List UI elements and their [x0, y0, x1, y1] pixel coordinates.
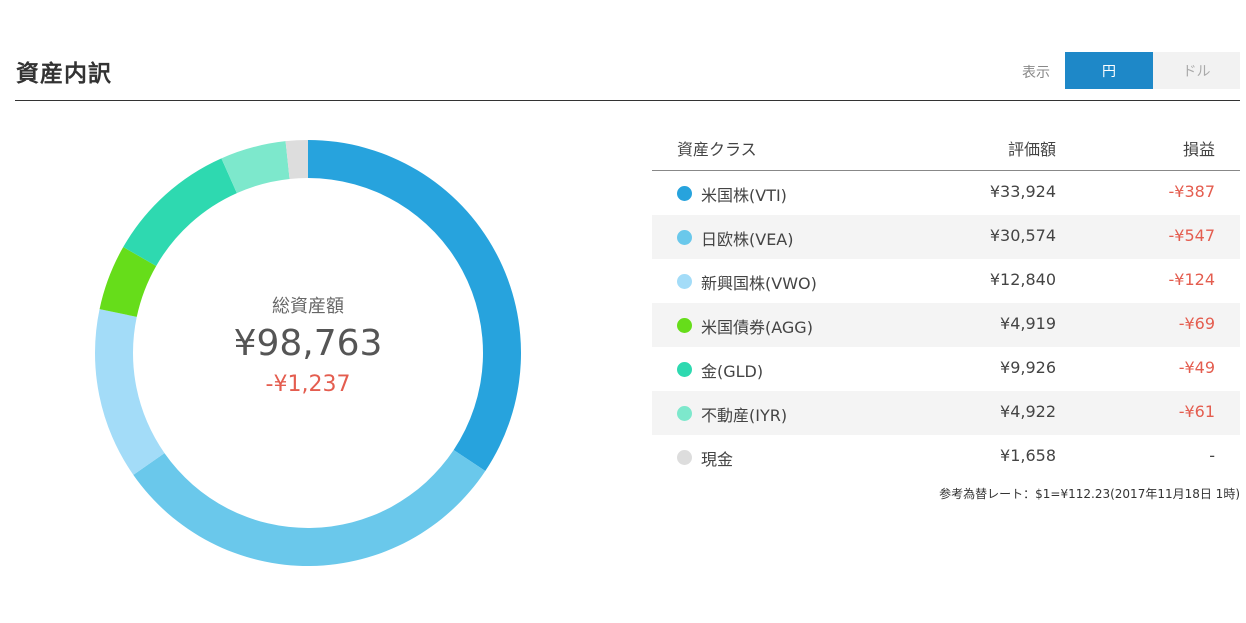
legend-dot-icon — [677, 406, 692, 421]
table-row: 新興国株(VWO) ¥12,840 -¥124 — [652, 259, 1240, 303]
asset-name: 金(GLD) — [701, 362, 764, 381]
donut-slice-1[interactable] — [133, 449, 486, 566]
header-asset-class: 資産クラス — [677, 140, 757, 159]
asset-pl: -¥49 — [1178, 358, 1215, 377]
table-row: 米国株(VTI) ¥33,924 -¥387 — [652, 171, 1240, 215]
exchange-rate-note: 参考為替レート：$1=¥112.23(2017年11月18日 1時) — [939, 487, 1240, 501]
asset-pl: - — [1209, 446, 1215, 465]
page-title: 資産内訳 — [16, 61, 112, 87]
asset-value: ¥4,922 — [1000, 402, 1056, 421]
asset-pl: -¥547 — [1168, 226, 1216, 245]
table-header: 資産クラス 評価額 損益 — [652, 125, 1240, 171]
header-divider — [15, 100, 1240, 101]
donut-slice-4[interactable] — [123, 158, 237, 266]
legend-dot-icon — [677, 318, 692, 333]
legend-dot-icon — [677, 362, 692, 377]
legend-dot-icon — [677, 186, 692, 201]
legend-dot-icon — [677, 450, 692, 465]
legend-dot-icon — [677, 230, 692, 245]
asset-name: 新興国株(VWO) — [701, 274, 817, 293]
asset-name: 米国債券(AGG) — [701, 318, 813, 337]
page-header: 資産内訳 — [16, 52, 1240, 102]
legend-dot-icon — [677, 274, 692, 289]
asset-table: 資産クラス 評価額 損益 米国株(VTI) ¥33,924 -¥387 日欧株(VEA… — [652, 125, 1240, 479]
header-pl: 損益 — [1182, 140, 1215, 159]
asset-name: 米国株(VTI) — [701, 186, 787, 205]
currency-toggle: 円 ドル — [1065, 52, 1240, 89]
asset-value: ¥1,658 — [1000, 446, 1056, 465]
asset-pl: -¥61 — [1178, 402, 1215, 421]
asset-donut-chart: 総資産額 ¥98,763 -¥1,237 — [95, 140, 521, 566]
currency-yen-button[interactable]: 円 — [1065, 52, 1153, 89]
table-row: 不動産(IYR) ¥4,922 -¥61 — [652, 391, 1240, 435]
asset-value: ¥4,919 — [1000, 314, 1056, 333]
table-row: 金(GLD) ¥9,926 -¥49 — [652, 347, 1240, 391]
asset-pl: -¥69 — [1178, 314, 1215, 333]
asset-name: 現金 — [701, 450, 734, 469]
asset-value: ¥9,926 — [1000, 358, 1056, 377]
table-row: 現金 ¥1,658 - — [652, 435, 1240, 479]
asset-value: ¥30,574 — [989, 226, 1056, 245]
table-row: 米国債券(AGG) ¥4,919 -¥69 — [652, 303, 1240, 347]
header-value: 評価額 — [1007, 140, 1056, 159]
asset-name: 不動産(IYR) — [701, 406, 788, 425]
total-assets-value: ¥98,763 — [233, 323, 383, 364]
asset-value: ¥33,924 — [989, 182, 1056, 201]
asset-name: 日欧株(VEA) — [701, 230, 794, 249]
total-assets-label: 総資産額 — [272, 296, 344, 317]
asset-value: ¥12,840 — [989, 270, 1056, 289]
currency-toggle-label: 表示 — [1022, 65, 1050, 81]
table-row: 日欧株(VEA) ¥30,574 -¥547 — [652, 215, 1240, 259]
total-assets-delta: -¥1,237 — [265, 372, 351, 397]
asset-pl: -¥387 — [1168, 182, 1216, 201]
asset-pl: -¥124 — [1168, 270, 1216, 289]
currency-dollar-button[interactable]: ドル — [1153, 52, 1240, 89]
